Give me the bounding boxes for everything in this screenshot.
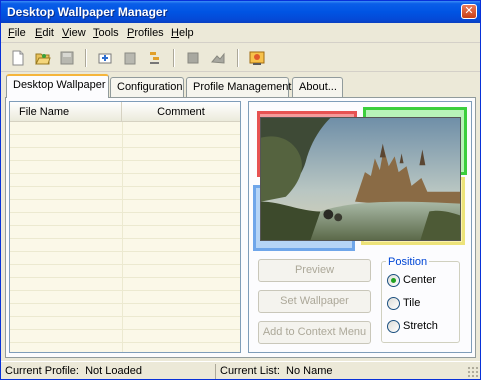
- toolbar: [1, 44, 480, 72]
- menu-view[interactable]: View: [62, 27, 86, 39]
- wallpaper-preview-image: [260, 117, 461, 241]
- status-current-list: Current List: No Name: [220, 364, 465, 379]
- status-profile-value: Not Loaded: [85, 365, 142, 377]
- add-to-context-menu-button[interactable]: Add to Context Menu: [258, 321, 371, 344]
- status-bar: Current Profile: Not Loaded Current List…: [1, 361, 480, 379]
- position-group-title: Position: [386, 256, 430, 268]
- toolbar-separator: [173, 49, 175, 67]
- radio-center[interactable]: [387, 274, 400, 287]
- list-header: File Name Comment: [10, 102, 240, 122]
- column-header-file-name[interactable]: File Name: [10, 102, 122, 122]
- file-list[interactable]: File Name Comment: [9, 101, 241, 353]
- menu-bar: File Edit View Tools Profiles Help: [1, 23, 480, 43]
- move-down-icon[interactable]: [210, 50, 226, 66]
- status-list-value: No Name: [286, 365, 333, 377]
- close-button[interactable]: ✕: [461, 4, 477, 19]
- tab-configuration[interactable]: Configuration: [110, 77, 184, 97]
- status-list-label: Current List:: [220, 365, 280, 377]
- tab-profile-management[interactable]: Profile Management: [186, 77, 291, 97]
- set-wallpaper-button[interactable]: Set Wallpaper: [258, 290, 371, 313]
- tab-desktop-wallpaper[interactable]: Desktop Wallpaper: [6, 74, 109, 98]
- import-icon[interactable]: [97, 50, 113, 66]
- resize-grip-icon[interactable]: [467, 366, 479, 378]
- menu-tools[interactable]: Tools: [93, 27, 119, 39]
- delete-icon[interactable]: [122, 50, 138, 66]
- open-folder-icon[interactable]: [35, 50, 51, 66]
- radio-stretch[interactable]: [387, 320, 400, 333]
- radio-selected-dot: [391, 278, 396, 283]
- status-current-profile: Current Profile: Not Loaded: [5, 364, 216, 379]
- new-file-icon[interactable]: [10, 50, 26, 66]
- radio-tile[interactable]: [387, 297, 400, 310]
- radio-label-tile[interactable]: Tile: [403, 297, 420, 309]
- menu-edit[interactable]: Edit: [35, 27, 54, 39]
- column-divider: [122, 122, 123, 352]
- preview-button[interactable]: Preview: [258, 259, 371, 282]
- column-header-comment[interactable]: Comment: [122, 102, 240, 122]
- window-title: Desktop Wallpaper Manager: [7, 5, 168, 19]
- close-icon: ✕: [464, 5, 474, 17]
- toolbar-separator: [237, 49, 239, 67]
- title-bar[interactable]: Desktop Wallpaper Manager ✕: [1, 1, 480, 23]
- menu-profiles[interactable]: Profiles: [127, 27, 164, 39]
- menu-file[interactable]: File: [8, 27, 26, 39]
- status-profile-label: Current Profile:: [5, 365, 79, 377]
- sort-icon[interactable]: [147, 50, 163, 66]
- menu-help[interactable]: Help: [171, 27, 194, 39]
- save-icon[interactable]: [59, 50, 75, 66]
- move-up-icon[interactable]: [185, 50, 201, 66]
- radio-label-center[interactable]: Center: [403, 274, 436, 286]
- tab-about[interactable]: About...: [292, 77, 343, 97]
- wallpaper-app-icon[interactable]: [249, 50, 265, 66]
- radio-label-stretch[interactable]: Stretch: [403, 320, 438, 332]
- toolbar-separator: [85, 49, 87, 67]
- app-window: Desktop Wallpaper Manager ✕ File Edit Vi…: [0, 0, 481, 380]
